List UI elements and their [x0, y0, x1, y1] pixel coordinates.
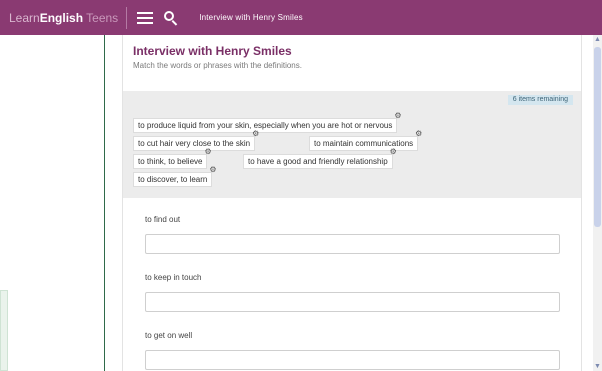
drag-handle-icon[interactable]: ⚙ — [415, 130, 423, 138]
answer-chip[interactable]: to cut hair very close to the skin ⚙ — [133, 130, 259, 151]
question-label: to get on well — [145, 331, 193, 340]
gutter-divider — [104, 35, 105, 371]
question-label: to keep in touch — [145, 273, 202, 282]
header-page-title: Interview with Henry Smiles — [199, 13, 303, 22]
drag-handle-icon[interactable]: ⚙ — [394, 112, 402, 120]
scroll-down-icon[interactable]: ▼ — [593, 362, 602, 371]
header-divider — [126, 6, 128, 29]
answer-bank: 6 items remaining to produce liquid from… — [123, 91, 581, 198]
search-icon[interactable] — [163, 10, 179, 26]
menu-icon[interactable] — [137, 11, 154, 24]
exercise-instructions: Match the words or phrases with the defi… — [133, 61, 302, 70]
drag-handle-icon[interactable]: ⚙ — [209, 166, 217, 174]
vertical-scrollbar[interactable]: ▲ ▼ — [593, 35, 602, 371]
drag-handle-icon[interactable]: ⚙ — [204, 148, 212, 156]
answer-drop-field[interactable] — [145, 292, 560, 312]
site-logo[interactable]: LearnEnglish Teens — [9, 11, 118, 25]
exercise-panel: Interview with Henry Smiles Match the wo… — [122, 35, 582, 371]
exercise-title: Interview with Henry Smiles — [133, 44, 292, 58]
answer-chip[interactable]: to have a good and friendly relationship… — [243, 148, 397, 169]
side-panel-edge — [0, 290, 8, 371]
left-gutter — [0, 35, 104, 371]
drag-handle-icon[interactable]: ⚙ — [390, 148, 398, 156]
answer-chip[interactable]: to think, to believe ⚙ — [133, 148, 212, 169]
drag-handle-icon[interactable]: ⚙ — [252, 130, 260, 138]
question-label: to find out — [145, 215, 181, 224]
answer-chip[interactable]: to discover, to learn ⚙ — [133, 166, 217, 187]
answer-drop-field[interactable] — [145, 234, 560, 254]
scroll-thumb[interactable] — [594, 47, 601, 227]
answer-chip[interactable]: to maintain communications ⚙ — [309, 130, 422, 151]
scroll-up-icon[interactable]: ▲ — [593, 35, 602, 44]
answer-chip[interactable]: to produce liquid from your skin, especi… — [133, 112, 402, 133]
answer-drop-field[interactable] — [145, 350, 560, 370]
items-remaining-badge: 6 items remaining — [507, 95, 573, 105]
top-nav-bar: LearnEnglish Teens Interview with Henry … — [0, 0, 602, 35]
